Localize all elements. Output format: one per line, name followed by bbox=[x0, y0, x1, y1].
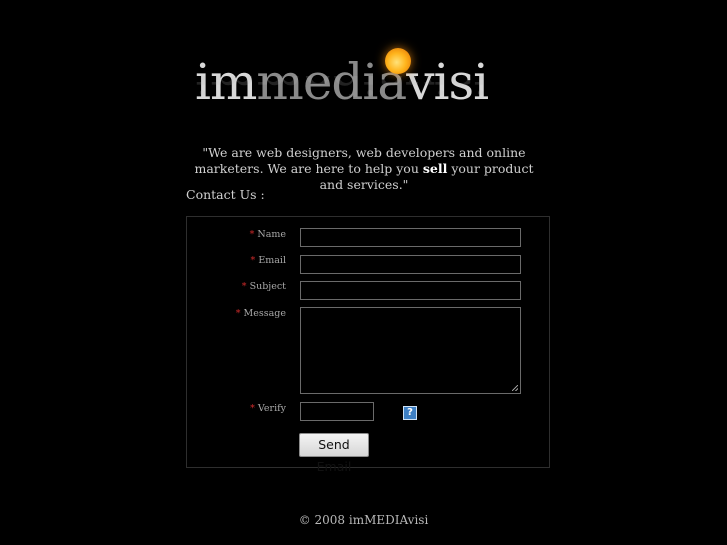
name-field[interactable] bbox=[300, 228, 521, 247]
required-marker: * bbox=[241, 281, 247, 292]
tagline: "We are web designers, web developers an… bbox=[186, 145, 542, 193]
message-textarea[interactable] bbox=[300, 307, 521, 394]
required-marker: * bbox=[250, 403, 255, 414]
email-label: * Email bbox=[250, 255, 286, 266]
required-marker: * bbox=[235, 308, 241, 319]
verify-field[interactable] bbox=[300, 402, 374, 421]
contact-heading: Contact Us : bbox=[186, 187, 265, 202]
tagline-bold: sell bbox=[422, 161, 448, 176]
sun-icon bbox=[385, 48, 411, 74]
verify-label: * Verify bbox=[250, 403, 286, 414]
question-icon[interactable]: ? bbox=[403, 406, 417, 420]
send-email-button[interactable]: Send Email bbox=[299, 433, 369, 474]
message-label: * Message bbox=[235, 308, 286, 319]
required-marker: * bbox=[250, 255, 256, 266]
resize-grip-icon[interactable] bbox=[512, 385, 518, 391]
subject-label: * Subject bbox=[241, 281, 286, 292]
page: immediavisi immediavisi "We are web desi… bbox=[0, 0, 727, 545]
footer-copyright: © 2008 imMEDIAvisi bbox=[298, 513, 429, 527]
logo-reflection: immediavisi bbox=[195, 76, 489, 105]
name-label: * Name bbox=[249, 229, 286, 240]
email-field[interactable] bbox=[300, 255, 521, 274]
subject-field[interactable] bbox=[300, 281, 521, 300]
required-marker: * bbox=[249, 229, 255, 240]
site-logo[interactable]: immediavisi immediavisi bbox=[195, 44, 535, 134]
